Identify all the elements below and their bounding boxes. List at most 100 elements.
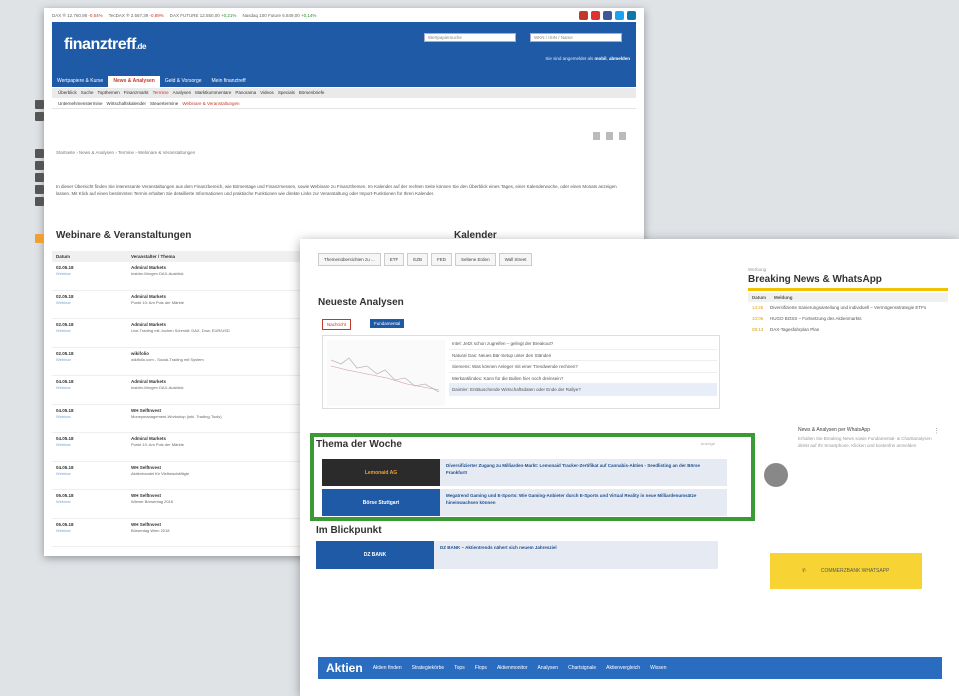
logout-link[interactable]: abmelden (609, 56, 630, 61)
news-text[interactable]: Diversifizierte Sanierungsanteilung und … (770, 305, 926, 310)
intro-text: In dieser Übersicht finden Sie interessa… (56, 184, 617, 196)
social-icon[interactable] (579, 10, 588, 20)
list-icon[interactable] (35, 112, 44, 121)
table-row[interactable]: 02.05.18 Webinar wikifolio wikifolio.com - … (52, 348, 342, 376)
subnav-item[interactable]: Börsenbriefe (299, 90, 325, 96)
aktien-link[interactable]: Flops (475, 665, 487, 671)
news-row[interactable]: 10:06 HUGO BOSS – Fortsetzung des Aktienm… (748, 313, 948, 324)
subsubnav-item[interactable]: Unternehmenstermine (58, 101, 103, 106)
check-icon[interactable] (35, 161, 44, 170)
nav-item[interactable]: Mein finanztreff (207, 76, 251, 87)
event-type: Webinar (56, 328, 71, 333)
alert-icon[interactable] (35, 234, 44, 243)
breadcrumb[interactable]: Startseite › News & Analysen › Termine ›… (56, 150, 195, 155)
tab-nachricht[interactable]: Nachricht (322, 319, 352, 330)
search-input[interactable]: Wertpapiersuche (424, 33, 516, 42)
subsubnav-item[interactable]: Wirtschaftskalender (107, 101, 147, 106)
analysis-link[interactable]: Siemens: Was können Anleger mit einer Tr… (449, 361, 717, 373)
subnav-item[interactable]: Überblick (58, 90, 77, 96)
theme-tab[interactable]: Seltene Erden (455, 253, 496, 266)
nav-item[interactable]: Geld & Vorsorge (160, 76, 207, 87)
table-row[interactable]: 02.05.18 Webinar Admiral Markets Live-Tradi… (52, 319, 342, 348)
table-row[interactable]: 02.05.18 Webinar Admiral Markets Punkt 10: … (52, 291, 342, 319)
theme-tab[interactable]: FED (431, 253, 453, 266)
event-date: 04.05.18 (56, 464, 74, 470)
social-icon[interactable] (603, 10, 612, 20)
aktien-link[interactable]: Aktienvergleich (606, 665, 640, 671)
subsubnav-item[interactable]: Webinare & Veranstaltungen (182, 101, 239, 106)
date-cell: 05.05.18 Webinar (56, 493, 131, 515)
thema-row[interactable]: Lemonaid AG Diversifizierter Zugang zu Mi… (322, 459, 727, 486)
analysis-link[interactable]: Intel: Jetzt schon zugreifen – gelingt d… (449, 338, 717, 350)
thema-text[interactable]: Diversifizierter Zugang zu Milliarden-Ma… (440, 459, 727, 486)
event-date: 02.05.18 (56, 350, 74, 356)
table-row[interactable]: 05.05.18 Webinar WH SelfInvest Börsentag Wi… (52, 519, 342, 547)
event-type: Webinar (56, 442, 71, 447)
theme-tab[interactable]: ETF (383, 253, 405, 266)
social-icon[interactable] (627, 10, 636, 20)
news-row[interactable]: 14:26 Diversifizierte Sanierungsanteilung… (748, 302, 948, 313)
whatsapp-button[interactable]: ✆ COMMERZBANK WHATSAPP (770, 553, 922, 589)
aktien-link[interactable]: Chartsignale (568, 665, 596, 671)
document-icon[interactable] (35, 100, 44, 109)
nav-item[interactable]: Wertpapiere & Kurse (52, 76, 108, 87)
ticker-item[interactable]: Nasdaq 100 Future 6.849,00 +0,14% (242, 13, 316, 18)
blick-text[interactable]: DZ BANK – Aktientrends nähert sich neuem… (434, 541, 718, 569)
like-icon[interactable] (35, 173, 44, 182)
aktien-link[interactable]: Aktienmonitor (497, 665, 528, 671)
wkn-select[interactable]: WKN / ISIN / Name (530, 33, 622, 42)
table-row[interactable]: 04.05.18 Webinar WH SelfInvest Aktienhandel… (52, 462, 342, 490)
ticker-item[interactable]: TecDAX ® 2.567,39 -0,89% (109, 13, 164, 18)
aktien-link[interactable]: Analysen (538, 665, 559, 671)
refresh-icon[interactable] (35, 197, 44, 206)
table-row[interactable]: 04.05.18 Webinar WH SelfInvest Moneymanagem… (52, 405, 342, 433)
note-icon[interactable] (35, 149, 44, 158)
aktien-title[interactable]: Aktien (326, 661, 363, 675)
analysis-link[interactable]: Natural Gas: Neues Bär-Setup unter den S… (449, 350, 717, 361)
social-icon[interactable] (615, 10, 624, 20)
more-icon[interactable]: ⋮ (933, 427, 940, 450)
thema-row[interactable]: Börse Stuttgart Megatrend Gaming und E-Sp… (322, 489, 727, 516)
theme-tab[interactable]: Wall Street (498, 253, 533, 266)
subnav-item[interactable]: Analysen (173, 90, 192, 96)
subnav-item[interactable]: Topthemen (98, 90, 120, 96)
subnav-item[interactable]: Marktkommentare (195, 90, 231, 96)
nav-item[interactable]: News & Analysen (108, 76, 160, 87)
theme-tab[interactable]: Themenübersichten zu ... (318, 253, 381, 266)
social-icon[interactable] (591, 10, 600, 20)
thema-text[interactable]: Megatrend Gaming und E-Sports: Wie Gamin… (440, 489, 727, 516)
table-row[interactable]: 04.05.18 Webinar Admiral Markets Insider-Mo… (52, 376, 342, 405)
analysis-link[interactable]: Daimler: Enttäuschende Wirtschaftsdaten … (449, 384, 717, 396)
subnav-item[interactable]: Specials (278, 90, 295, 96)
analysis-chart[interactable] (327, 340, 445, 406)
print-icon[interactable] (606, 132, 613, 140)
subnav-item[interactable]: Videos (260, 90, 274, 96)
table-row[interactable]: 02.05.18 Webinar Admiral Markets Insider-Mo… (52, 262, 342, 291)
news-row[interactable]: 08:13 DAX-Tagesfahrplan Plan (748, 324, 948, 335)
aktien-link[interactable]: Aktien finden (373, 665, 402, 671)
subnav-item[interactable]: Panorama (235, 90, 256, 96)
aktien-link[interactable]: Tops (454, 665, 465, 671)
date-cell: 02.05.18 Webinar (56, 265, 131, 287)
ticker-item[interactable]: DAX FUTURE 12.550,00 +0,21% (170, 13, 237, 18)
subnav-item[interactable]: Suche (81, 90, 94, 96)
event-type: Webinar (56, 499, 71, 504)
site-logo[interactable]: finanztreff.de (64, 36, 146, 54)
aktien-link[interactable]: Wissen (650, 665, 666, 671)
blick-item[interactable]: DZ BANK DZ BANK – Aktientrends nähert si… (316, 541, 718, 569)
theme-tab[interactable]: EZB (407, 253, 429, 266)
subsubnav-item[interactable]: Steuertermine (150, 101, 178, 106)
aktien-link[interactable]: Strategiekörbe (412, 665, 445, 671)
analysis-link[interactable]: Merkantilindex: Kann für die Bullen hier… (449, 373, 717, 384)
table-row[interactable]: 04.05.18 Webinar Admiral Markets Punkt 10: … (52, 433, 342, 462)
ticker-item[interactable]: DAX ® 12.760,98 -0,54% (52, 13, 103, 18)
news-text[interactable]: HUGO BOSS – Fortsetzung des Aktienmarkts (770, 316, 862, 321)
subnav-item[interactable]: Termine (153, 90, 169, 96)
news-text[interactable]: DAX-Tagesfahrplan Plan (770, 327, 819, 332)
folder-icon[interactable] (35, 185, 44, 194)
subnav-item[interactable]: Finanzmarkt (124, 90, 149, 96)
mail-icon[interactable] (619, 132, 626, 140)
share-icon[interactable] (593, 132, 600, 140)
tab-fundamental[interactable]: Fundamental (370, 319, 405, 328)
table-row[interactable]: 05.05.18 Webinar WH SelfInvest Wiener Börse… (52, 490, 342, 519)
